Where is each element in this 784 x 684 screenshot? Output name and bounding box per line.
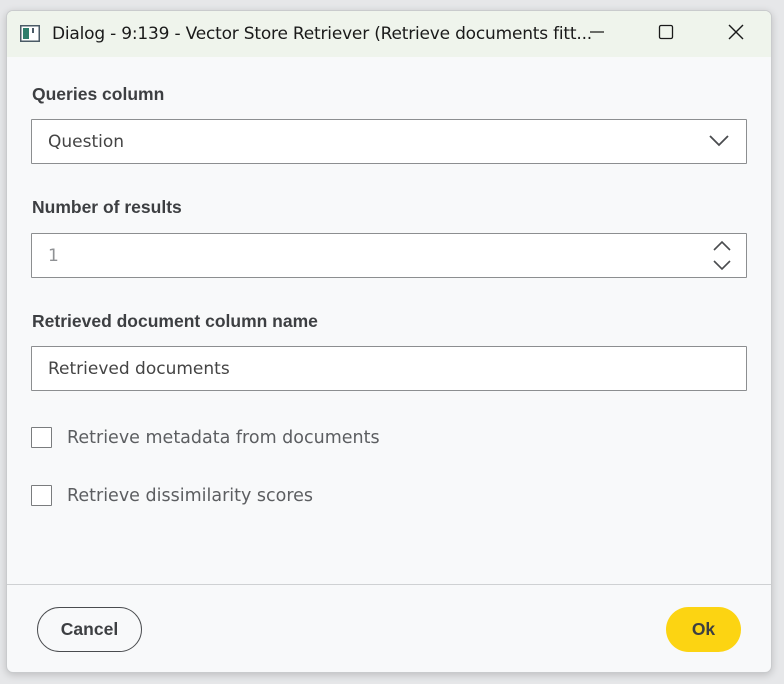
retrieve-dissimilarity-option[interactable]: Retrieve dissimilarity scores: [31, 485, 313, 506]
chevron-down-icon[interactable]: [708, 134, 730, 153]
retrieved-document-column-input[interactable]: Retrieved documents: [31, 346, 747, 391]
minimize-icon: [589, 24, 605, 45]
ok-button[interactable]: Ok: [666, 607, 741, 652]
maximize-icon: [658, 24, 674, 45]
window-title: Dialog - 9:139 - Vector Store Retriever …: [52, 24, 592, 44]
number-of-results-label: Number of results: [32, 197, 182, 217]
queries-column-value: Question: [48, 132, 125, 152]
close-icon: [728, 24, 744, 45]
number-of-results-value: 1: [48, 246, 59, 266]
queries-column-label: Queries column: [32, 84, 165, 104]
cancel-button[interactable]: Cancel: [37, 607, 142, 652]
minimize-button[interactable]: [574, 11, 620, 57]
title-bar[interactable]: Dialog - 9:139 - Vector Store Retriever …: [7, 11, 771, 57]
close-button[interactable]: [713, 11, 759, 57]
number-of-results-stepper[interactable]: 1: [31, 233, 747, 278]
queries-column-select[interactable]: Question: [31, 119, 747, 164]
chevron-up-icon[interactable]: [712, 239, 732, 258]
retrieved-document-column-value: Retrieved documents: [48, 359, 230, 379]
retrieve-dissimilarity-label[interactable]: Retrieve dissimilarity scores: [67, 486, 313, 506]
retrieve-dissimilarity-checkbox[interactable]: [31, 485, 52, 506]
footer-divider: [7, 584, 771, 585]
retrieve-metadata-checkbox[interactable]: [31, 427, 52, 448]
maximize-button[interactable]: [643, 11, 689, 57]
retrieved-document-column-label: Retrieved document column name: [32, 311, 318, 331]
retrieve-metadata-label[interactable]: Retrieve metadata from documents: [67, 428, 380, 448]
dialog-window: Dialog - 9:139 - Vector Store Retriever …: [6, 10, 772, 673]
chevron-down-icon[interactable]: [712, 258, 732, 277]
app-icon: [20, 25, 40, 42]
retrieve-metadata-option[interactable]: Retrieve metadata from documents: [31, 427, 380, 448]
